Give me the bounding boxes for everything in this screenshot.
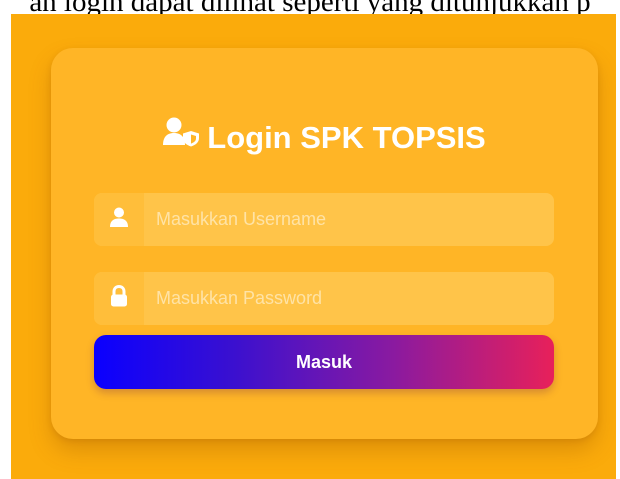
- lock-icon: [110, 284, 128, 312]
- login-title-text: Login SPK TOPSIS: [207, 120, 486, 155]
- password-input[interactable]: [156, 272, 546, 325]
- login-title: Login SPK TOPSIS: [51, 117, 598, 160]
- user-shield-icon: [163, 117, 201, 157]
- username-icon-box: [94, 193, 144, 246]
- username-field: [94, 193, 554, 246]
- password-field: [94, 272, 554, 325]
- login-submit-button[interactable]: Masuk: [94, 335, 554, 389]
- user-icon: [110, 207, 128, 232]
- username-input[interactable]: [156, 193, 546, 246]
- password-icon-box: [94, 272, 144, 325]
- login-card: Login SPK TOPSIS Masukkan Username Masuk: [51, 48, 598, 439]
- login-page-background: Login SPK TOPSIS Masukkan Username Masuk: [11, 14, 616, 479]
